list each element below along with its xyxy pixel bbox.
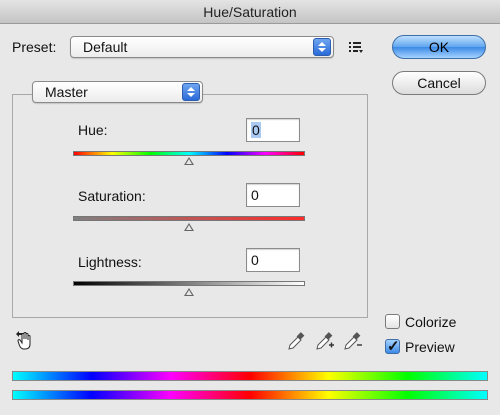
saturation-value: 0 xyxy=(251,187,259,203)
preset-value: Default xyxy=(83,39,128,55)
hue-value: 0 xyxy=(251,122,261,138)
lightness-input[interactable]: 0 xyxy=(246,248,300,272)
hue-slider-thumb[interactable] xyxy=(184,157,194,165)
channel-value: Master xyxy=(45,84,88,100)
channel-stepper-icon xyxy=(182,83,200,101)
title-bar: Hue/Saturation xyxy=(0,0,500,24)
preset-select[interactable]: Default xyxy=(70,36,334,58)
preset-label: Preset: xyxy=(12,39,57,55)
saturation-input[interactable]: 0 xyxy=(246,183,300,207)
lightness-value: 0 xyxy=(251,252,259,268)
preview-label: Preview xyxy=(405,339,455,355)
lightness-slider-thumb[interactable] xyxy=(184,288,194,296)
input-spectrum-bar xyxy=(12,371,488,381)
preset-options-icon[interactable] xyxy=(348,40,364,57)
colorize-checkbox[interactable] xyxy=(385,314,400,329)
eyedropper-plus-icon[interactable] xyxy=(314,330,336,355)
hue-label: Hue: xyxy=(78,122,108,138)
lightness-slider-track[interactable] xyxy=(73,281,305,286)
colorize-label: Colorize xyxy=(405,314,457,330)
saturation-slider-thumb[interactable] xyxy=(184,223,194,231)
window-title: Hue/Saturation xyxy=(203,4,297,20)
lightness-label: Lightness: xyxy=(78,254,142,270)
hue-saturation-dialog: Preset: Default OK Cancel Master Hue: 0 … xyxy=(0,24,500,415)
eyedropper-icon[interactable] xyxy=(286,330,306,355)
cancel-button[interactable]: Cancel xyxy=(392,71,486,95)
preset-stepper-icon xyxy=(313,38,331,56)
output-spectrum-bar xyxy=(12,390,488,400)
saturation-label: Saturation: xyxy=(78,188,146,204)
channel-select[interactable]: Master xyxy=(32,81,203,103)
eyedropper-minus-icon[interactable] xyxy=(342,330,364,355)
saturation-slider-track[interactable] xyxy=(73,216,305,221)
hue-input[interactable]: 0 xyxy=(246,118,300,142)
ok-button[interactable]: OK xyxy=(392,35,486,59)
preview-checkbox[interactable] xyxy=(385,337,400,355)
targeted-adjustment-hand-icon[interactable] xyxy=(14,330,36,355)
hue-slider-track[interactable] xyxy=(73,151,305,156)
